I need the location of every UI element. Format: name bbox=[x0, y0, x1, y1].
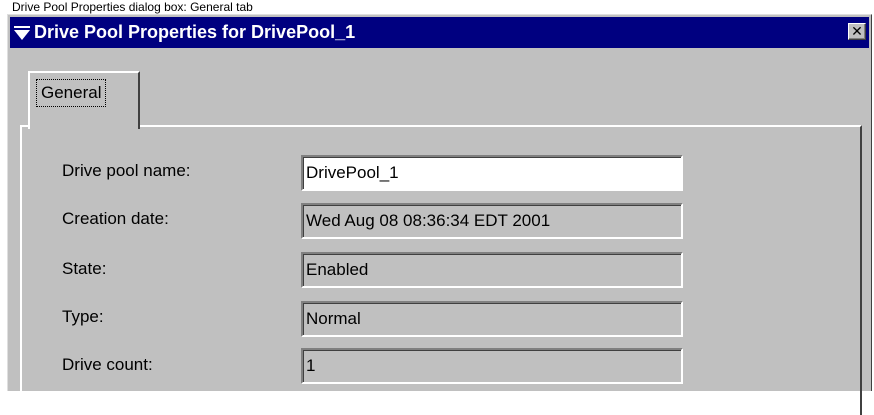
dialog-title: Drive Pool Properties for DrivePool_1 bbox=[34, 22, 356, 42]
drive-pool-properties-dialog: Drive Pool Properties for DrivePool_1 ✕ … bbox=[7, 14, 872, 415]
drive-count-label: Drive count: bbox=[62, 355, 153, 374]
creation-date-label: Creation date: bbox=[62, 209, 169, 228]
drive-pool-name-label: Drive pool name: bbox=[62, 161, 191, 180]
creation-date-field: Wed Aug 08 08:36:34 EDT 2001 bbox=[301, 203, 683, 239]
tab-general[interactable]: General bbox=[28, 71, 140, 129]
type-field: Normal bbox=[301, 301, 683, 337]
drive-count-field: 1 bbox=[301, 348, 683, 384]
drive-pool-name-input[interactable] bbox=[301, 155, 683, 191]
tab-general-label: General bbox=[36, 79, 107, 107]
state-field: Enabled bbox=[301, 252, 683, 288]
figure-caption: Drive Pool Properties dialog box: Genera… bbox=[12, 0, 253, 14]
close-icon: ✕ bbox=[851, 23, 863, 39]
title-bar[interactable]: Drive Pool Properties for DrivePool_1 ✕ bbox=[10, 17, 869, 48]
state-label: State: bbox=[62, 259, 107, 278]
down-triangle-menu-icon[interactable] bbox=[14, 25, 30, 41]
close-button[interactable]: ✕ bbox=[848, 23, 866, 40]
type-label: Type: bbox=[62, 307, 104, 326]
